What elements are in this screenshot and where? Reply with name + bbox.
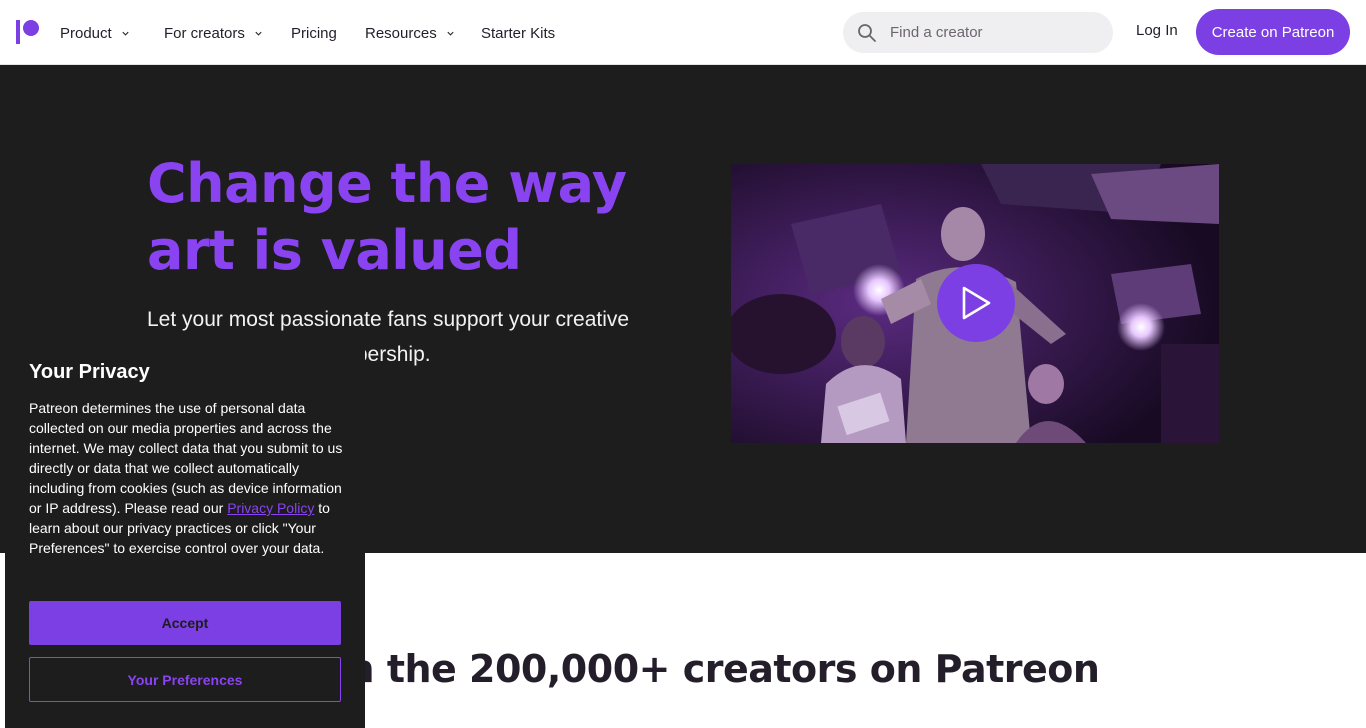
nav-for-creators[interactable]: For creators <box>164 22 263 44</box>
search-icon <box>858 24 876 42</box>
chevron-down-icon <box>447 31 454 36</box>
nav-resources[interactable]: Resources <box>365 22 455 44</box>
privacy-policy-link[interactable]: Privacy Policy <box>227 500 314 516</box>
privacy-title: Your Privacy <box>29 361 150 383</box>
nav-pricing-label: Pricing <box>291 24 337 42</box>
play-icon <box>962 286 991 320</box>
nav-for-creators-label: For creators <box>164 24 245 42</box>
privacy-body-text: Patreon determines the use of personal d… <box>29 400 343 516</box>
search-input[interactable] <box>890 12 1100 53</box>
nav-starter-kits[interactable]: Starter Kits <box>481 22 555 44</box>
nav-pricing[interactable]: Pricing <box>291 22 337 44</box>
patreon-logo-icon[interactable] <box>16 20 41 44</box>
your-preferences-button[interactable]: Your Preferences <box>29 657 341 702</box>
nav-product[interactable]: Product <box>60 22 130 44</box>
hero-title: Change the way art is valued <box>147 150 667 284</box>
top-nav-bar: Product For creators Pricing Resources S… <box>0 0 1366 65</box>
hero-title-line-2: art is valued <box>147 219 522 282</box>
chevron-down-icon <box>122 31 129 36</box>
play-button[interactable] <box>937 264 1015 342</box>
accept-button[interactable]: Accept <box>29 601 341 645</box>
logo-dot <box>23 20 39 36</box>
hero-video[interactable] <box>731 164 1219 443</box>
nav-product-label: Product <box>60 24 112 42</box>
logo-bar <box>16 20 20 44</box>
hero-title-line-1: Change the way <box>147 152 627 215</box>
nav-resources-label: Resources <box>365 24 437 42</box>
nav-starter-kits-label: Starter Kits <box>481 24 556 42</box>
create-on-patreon-button[interactable]: Create on Patreon <box>1196 9 1350 55</box>
login-link[interactable]: Log In <box>1136 22 1178 39</box>
privacy-body: Patreon determines the use of personal d… <box>29 398 345 558</box>
search-box[interactable] <box>843 12 1113 53</box>
privacy-banner: Your Privacy Patreon determines the use … <box>5 337 365 728</box>
chevron-down-icon <box>255 31 262 36</box>
